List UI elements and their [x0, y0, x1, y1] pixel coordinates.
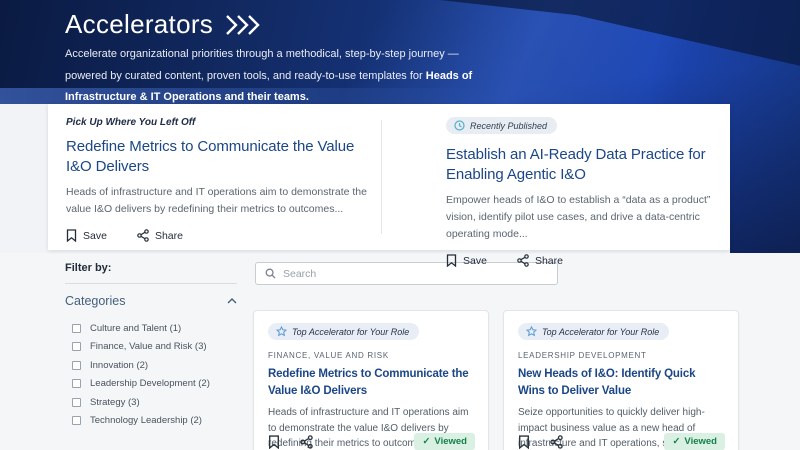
- checkbox[interactable]: [72, 397, 81, 407]
- pickup-left-title[interactable]: Redefine Metrics to Communicate the Valu…: [66, 137, 372, 177]
- filter-item-technology-leadership[interactable]: Technology Leadership (2): [65, 412, 237, 431]
- sidebar-divider: [65, 283, 237, 284]
- checkbox[interactable]: [72, 360, 81, 370]
- share-label: Share: [154, 229, 183, 242]
- pickup-card-right[interactable]: Recently Published Establish an AI-Ready…: [446, 117, 732, 267]
- top-accelerator-label: Top Accelerator for Your Role: [542, 326, 660, 337]
- viewed-badge: ✓ Viewed: [664, 433, 725, 450]
- hero-description: Accelerate organizational priorities thr…: [65, 44, 503, 109]
- category-filter-list: Culture and Talent (1) Finance, Value an…: [65, 319, 237, 430]
- checkbox[interactable]: [72, 379, 81, 389]
- star-icon: [526, 326, 537, 337]
- share-button[interactable]: [550, 434, 563, 449]
- hero-banner: Accelerators Accelerate organizational p…: [0, 0, 800, 267]
- viewed-badge: ✓ Viewed: [414, 433, 475, 450]
- star-icon: [276, 326, 287, 337]
- pickup-card-left[interactable]: Pick Up Where You Left Off Redefine Metr…: [66, 117, 372, 242]
- filter-item-culture-and-talent[interactable]: Culture and Talent (1): [65, 319, 237, 338]
- top-accelerator-badge: Top Accelerator for Your Role: [518, 323, 670, 340]
- accelerator-card[interactable]: Top Accelerator for Your Role LEADERSHIP…: [503, 310, 739, 450]
- share-icon: [517, 254, 529, 267]
- panel-divider: [381, 120, 382, 234]
- recently-published-label: Recently Published: [470, 120, 548, 131]
- filter-label: Innovation (2): [90, 359, 149, 371]
- hero-title-row: Accelerators: [65, 9, 261, 40]
- filter-item-strategy[interactable]: Strategy (3): [65, 393, 237, 412]
- top-accelerator-badge: Top Accelerator for Your Role: [268, 323, 420, 340]
- filter-label: Finance, Value and Risk (3): [90, 341, 207, 353]
- share-button[interactable]: Share: [137, 229, 183, 242]
- card-category: LEADERSHIP DEVELOPMENT: [518, 351, 647, 360]
- bookmark-icon: [66, 229, 77, 242]
- check-icon: ✓: [672, 436, 681, 447]
- filter-label: Leadership Development (2): [90, 378, 210, 390]
- filter-item-leadership-development[interactable]: Leadership Development (2): [65, 375, 237, 394]
- share-button[interactable]: Share: [517, 254, 563, 267]
- pickup-left-actions: Save Share: [66, 229, 372, 242]
- search-input[interactable]: [283, 267, 548, 280]
- card-title[interactable]: Redefine Metrics to Communicate the Valu…: [268, 366, 474, 400]
- share-label: Share: [534, 254, 563, 267]
- check-icon: ✓: [422, 436, 431, 447]
- chevron-up-icon: [227, 298, 237, 304]
- triple-chevron-icon: [225, 14, 261, 36]
- clock-icon: [454, 120, 465, 131]
- filter-label: Technology Leadership (2): [90, 415, 202, 427]
- filter-item-innovation[interactable]: Innovation (2): [65, 356, 237, 375]
- checkbox[interactable]: [72, 416, 81, 426]
- pickup-right-description: Empower heads of I&O to establish a “dat…: [446, 194, 711, 240]
- pickup-kicker: Pick Up Where You Left Off: [66, 117, 196, 128]
- card-footer: ✓ Viewed: [518, 433, 725, 450]
- share-button[interactable]: [300, 434, 313, 449]
- card-category: FINANCE, VALUE AND RISK: [268, 351, 389, 360]
- viewed-label: Viewed: [434, 436, 467, 447]
- accelerator-card[interactable]: Top Accelerator for Your Role FINANCE, V…: [253, 310, 489, 450]
- filter-item-finance-value-risk[interactable]: Finance, Value and Risk (3): [65, 338, 237, 357]
- top-accelerator-label: Top Accelerator for Your Role: [292, 326, 410, 337]
- categories-title: Categories: [65, 294, 126, 308]
- checkbox[interactable]: [72, 342, 81, 352]
- pickup-right-title[interactable]: Establish an AI-Ready Data Practice for …: [446, 145, 732, 185]
- save-button[interactable]: Save: [66, 229, 107, 242]
- viewed-label: Viewed: [684, 436, 717, 447]
- filter-label: Culture and Talent (1): [90, 322, 182, 334]
- share-icon: [137, 229, 149, 242]
- card-footer: ✓ Viewed: [268, 433, 475, 450]
- save-label: Save: [463, 254, 487, 267]
- accelerators-page: Accelerators Accelerate organizational p…: [0, 0, 800, 450]
- bookmark-button[interactable]: [268, 434, 280, 449]
- pickup-panel: Pick Up Where You Left Off Redefine Metr…: [48, 104, 730, 267]
- hero-description-text: Accelerate organizational priorities thr…: [65, 48, 459, 82]
- card-title[interactable]: New Heads of I&O: Identify Quick Wins to…: [518, 366, 724, 400]
- save-label: Save: [83, 229, 107, 242]
- bookmark-icon: [446, 254, 457, 267]
- checkbox[interactable]: [72, 323, 81, 333]
- save-button[interactable]: Save: [446, 254, 487, 267]
- filter-sidebar: Filter by: Categories Culture and Talent…: [65, 262, 237, 430]
- pickup-right-actions: Save Share: [446, 254, 732, 267]
- categories-accordion-header[interactable]: Categories: [65, 294, 237, 308]
- filter-label: Strategy (3): [90, 396, 140, 408]
- recently-published-badge: Recently Published: [446, 117, 558, 134]
- filter-heading: Filter by:: [65, 262, 112, 274]
- search-icon: [265, 268, 276, 279]
- pickup-left-description: Heads of infrastructure and IT operation…: [66, 186, 367, 215]
- page-title: Accelerators: [65, 9, 214, 39]
- bookmark-button[interactable]: [518, 434, 530, 449]
